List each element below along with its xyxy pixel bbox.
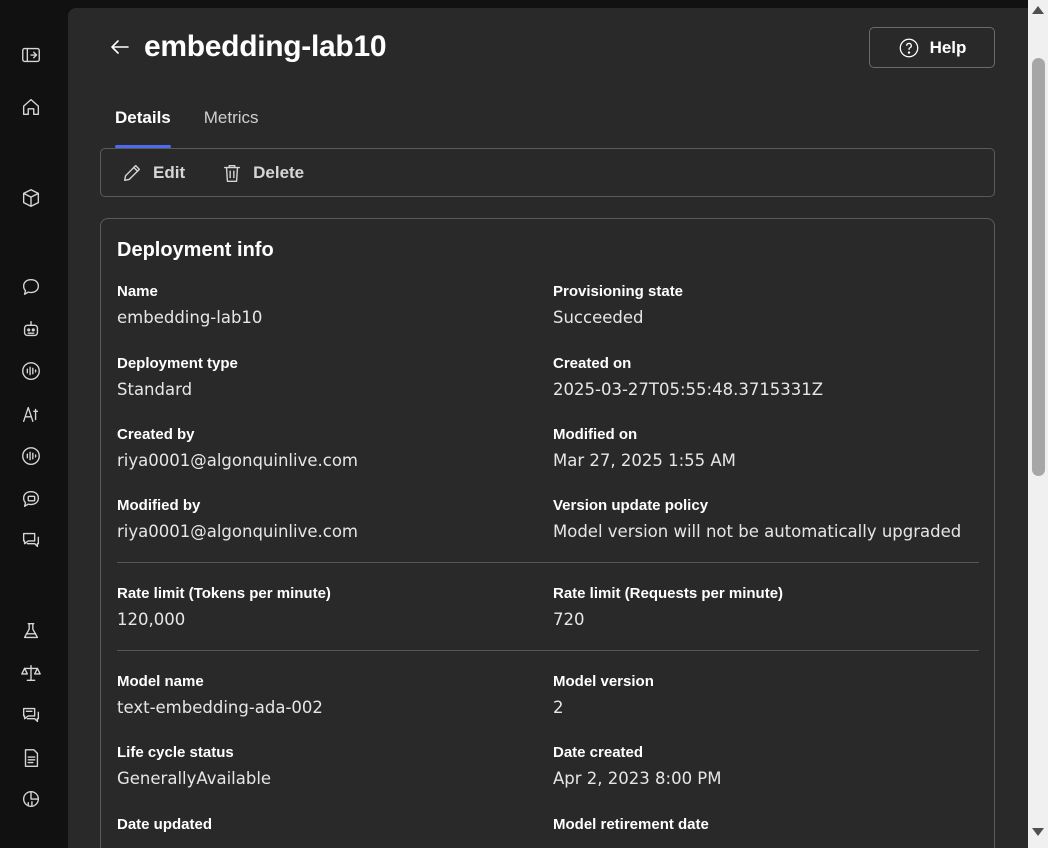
field-label: Date updated xyxy=(117,816,213,833)
section-divider xyxy=(117,562,979,563)
delete-button[interactable]: Delete xyxy=(221,162,304,184)
trash-icon xyxy=(224,164,241,182)
field-label: Rate limit (Requests per minute) xyxy=(553,585,784,602)
field-value: riya0001@algonquinlive.com xyxy=(117,451,358,470)
field-label: Model retirement date xyxy=(553,816,709,833)
field-label: Version update policy xyxy=(553,497,709,514)
deployment-info-card: Deployment info Name embedding-lab10 Pro… xyxy=(100,218,995,848)
field-value: 2025-03-27T05:55:48.3715331Z xyxy=(553,380,824,399)
field-value: text-embedding-ada-002 xyxy=(117,698,323,717)
field-value: Model version will not be automatically … xyxy=(553,522,962,541)
home-icon[interactable] xyxy=(18,94,44,120)
deployment-details-panel: embedding-lab10 Help Details Metrics Edi… xyxy=(68,8,1028,848)
audio-icon[interactable] xyxy=(18,358,44,384)
field-provisioning-state: Provisioning state Succeeded xyxy=(553,283,683,327)
field-created-on: Created on 2025-03-27T05:55:48.3715331Z xyxy=(553,355,823,399)
field-value: Standard xyxy=(117,380,193,399)
field-label: Created on xyxy=(553,355,632,372)
arrow-left-icon xyxy=(111,40,129,54)
left-nav-rail xyxy=(0,0,62,848)
field-label: Name xyxy=(117,283,158,300)
help-button-label: Help xyxy=(929,37,967,57)
delete-button-label: Delete xyxy=(253,162,305,182)
field-value: Mar 27, 2025 1:55 AM xyxy=(553,451,736,470)
field-model-version: Model version 2 xyxy=(553,673,654,717)
field-value: riya0001@algonquinlive.com xyxy=(117,522,358,541)
field-rate-limit-tpm: Rate limit (Tokens per minute) 120,000 xyxy=(117,585,331,629)
field-modified-on: Modified on Mar 27, 2025 1:55 AM xyxy=(553,426,736,470)
scrollbar-thumb[interactable] xyxy=(1032,58,1045,476)
field-value: Apr 2, 2023 8:00 PM xyxy=(553,769,722,788)
field-date-created: Date created Apr 2, 2023 8:00 PM xyxy=(553,744,722,788)
field-value: GenerallyAvailable xyxy=(117,769,272,788)
field-value: 120,000 xyxy=(117,610,186,629)
question-circle-icon xyxy=(899,38,918,57)
field-deployment-type: Deployment type Standard xyxy=(117,355,238,399)
field-label: Modified on xyxy=(553,426,638,443)
cube-icon[interactable] xyxy=(18,185,44,211)
text-icon[interactable] xyxy=(18,401,44,427)
field-version-update-policy: Version update policy Model version will… xyxy=(553,497,961,541)
edit-button-label: Edit xyxy=(153,162,186,182)
field-rate-limit-rpm: Rate limit (Requests per minute) 720 xyxy=(553,585,783,629)
document-icon[interactable] xyxy=(18,745,44,771)
back-button[interactable] xyxy=(106,33,134,61)
card-title: Deployment info xyxy=(117,239,274,261)
pencil-icon xyxy=(123,164,141,181)
field-value: 720 xyxy=(553,610,585,629)
speech-icon[interactable] xyxy=(18,443,44,469)
field-value: Succeeded xyxy=(553,308,644,327)
scroll-up-arrow-icon[interactable] xyxy=(1028,2,1048,18)
flask-icon[interactable] xyxy=(18,618,44,644)
field-name: Name embedding-lab10 xyxy=(117,283,262,327)
field-label: Deployment type xyxy=(117,355,238,372)
field-label: Date created xyxy=(553,744,644,761)
chat-bubbles-icon[interactable] xyxy=(18,527,44,553)
page-header: embedding-lab10 xyxy=(106,30,387,64)
scale-icon[interactable] xyxy=(18,660,44,686)
scroll-down-arrow-icon[interactable] xyxy=(1028,824,1048,840)
edit-button[interactable]: Edit xyxy=(121,162,185,184)
panel-toggle-icon[interactable] xyxy=(18,42,44,68)
command-toolbar: Edit Delete xyxy=(100,148,995,197)
field-date-updated: Date updated xyxy=(117,816,212,841)
field-value: embedding-lab10 xyxy=(117,308,263,327)
field-label: Rate limit (Tokens per minute) xyxy=(117,585,331,602)
field-model-name: Model name text-embedding-ada-002 xyxy=(117,673,323,717)
vertical-scrollbar[interactable] xyxy=(1028,0,1048,848)
chat-icon[interactable] xyxy=(18,274,44,300)
image-chat-icon[interactable] xyxy=(18,486,44,512)
tab-details[interactable]: Details xyxy=(115,108,171,148)
field-created-by: Created by riya0001@algonquinlive.com xyxy=(117,426,358,470)
field-modified-by: Modified by riya0001@algonquinlive.com xyxy=(117,497,358,541)
field-label: Modified by xyxy=(117,497,201,514)
analytics-icon[interactable] xyxy=(18,786,44,812)
field-label: Model version xyxy=(553,673,654,690)
field-life-cycle-status: Life cycle status GenerallyAvailable xyxy=(117,744,271,788)
field-label: Model name xyxy=(117,673,204,690)
field-label: Created by xyxy=(117,426,195,443)
help-button[interactable]: Help xyxy=(869,27,995,68)
field-model-retirement-date: Model retirement date xyxy=(553,816,709,841)
robot-icon[interactable] xyxy=(18,316,44,342)
page-title: embedding-lab10 xyxy=(144,30,387,63)
tab-list: Details Metrics xyxy=(115,108,259,148)
field-value: 2 xyxy=(553,698,564,717)
tab-metrics[interactable]: Metrics xyxy=(204,108,259,148)
field-label: Provisioning state xyxy=(553,283,684,300)
chat-history-icon[interactable] xyxy=(18,702,44,728)
field-label: Life cycle status xyxy=(117,744,234,761)
section-divider xyxy=(117,650,979,651)
